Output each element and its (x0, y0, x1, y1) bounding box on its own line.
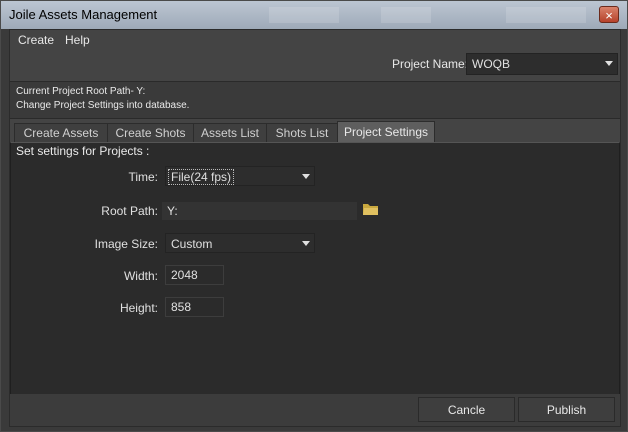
tab-label: Project Settings (343, 125, 429, 139)
tab-assets-list[interactable]: Assets List (193, 123, 267, 142)
title-bar-reflection (381, 7, 431, 23)
publish-button[interactable]: Publish (518, 397, 615, 422)
close-button[interactable]: × (599, 6, 619, 23)
image-size-select[interactable]: Custom (165, 233, 315, 253)
tab-label: Shots List (275, 126, 329, 140)
chevron-down-icon (302, 241, 310, 246)
menu-create[interactable]: Create (18, 33, 54, 47)
width-value: 2048 (171, 268, 198, 282)
title-bar-reflection (506, 7, 586, 23)
image-size-value: Custom (171, 237, 213, 251)
project-name-value: WOQB (472, 57, 510, 71)
image-size-label: Image Size: (94, 237, 158, 251)
chevron-down-icon (605, 61, 613, 66)
tab-shots-list[interactable]: Shots List (266, 123, 338, 142)
menu-bar: Create Help (10, 30, 620, 50)
tab-label: Create Shots (115, 126, 186, 140)
change-settings-info: Change Project Settings into database. (16, 100, 190, 111)
root-path-label: Root Path: (101, 204, 158, 218)
project-name-select[interactable]: WOQB (466, 53, 618, 75)
menu-help[interactable]: Help (65, 33, 90, 47)
project-name-label: Project Name: (391, 57, 468, 71)
width-label: Width: (123, 269, 158, 283)
settings-heading: Set settings for Projects : (16, 144, 150, 158)
height-input[interactable]: 858 (165, 297, 224, 317)
time-select[interactable]: File(24 fps) (165, 166, 315, 186)
chevron-down-icon (302, 174, 310, 179)
tab-create-assets[interactable]: Create Assets (14, 123, 108, 142)
title-bar[interactable]: Joile Assets Management × (1, 1, 627, 29)
tab-create-shots[interactable]: Create Shots (107, 123, 194, 142)
title-bar-reflection (269, 7, 339, 23)
width-input[interactable]: 2048 (165, 265, 224, 285)
cancel-button[interactable]: Cancle (418, 397, 515, 422)
time-label: Time: (128, 170, 158, 184)
height-value: 858 (171, 300, 192, 314)
project-settings-panel: Set settings for Projects : Time: File(2… (10, 142, 620, 396)
client-area: Create Help Project Name: WOQB Current P… (9, 29, 621, 427)
tab-project-settings[interactable]: Project Settings (337, 121, 435, 142)
time-value: File(24 fps) (168, 169, 235, 185)
root-path-value: Y: (167, 204, 178, 218)
tab-label: Assets List (200, 126, 260, 140)
root-path-info: Current Project Root Path- Y: (16, 86, 146, 97)
button-bar: Cancle Publish (10, 394, 620, 426)
height-label: Height: (119, 301, 158, 315)
root-path-field[interactable]: Y: (161, 201, 358, 221)
window-title: Joile Assets Management (9, 7, 158, 22)
tab-label: Create Assets (23, 126, 99, 140)
folder-icon[interactable] (363, 202, 379, 216)
app-window: Joile Assets Management × Create Help Pr… (0, 0, 628, 432)
info-panel: Current Project Root Path- Y: Change Pro… (10, 81, 620, 119)
close-icon: × (605, 8, 613, 23)
